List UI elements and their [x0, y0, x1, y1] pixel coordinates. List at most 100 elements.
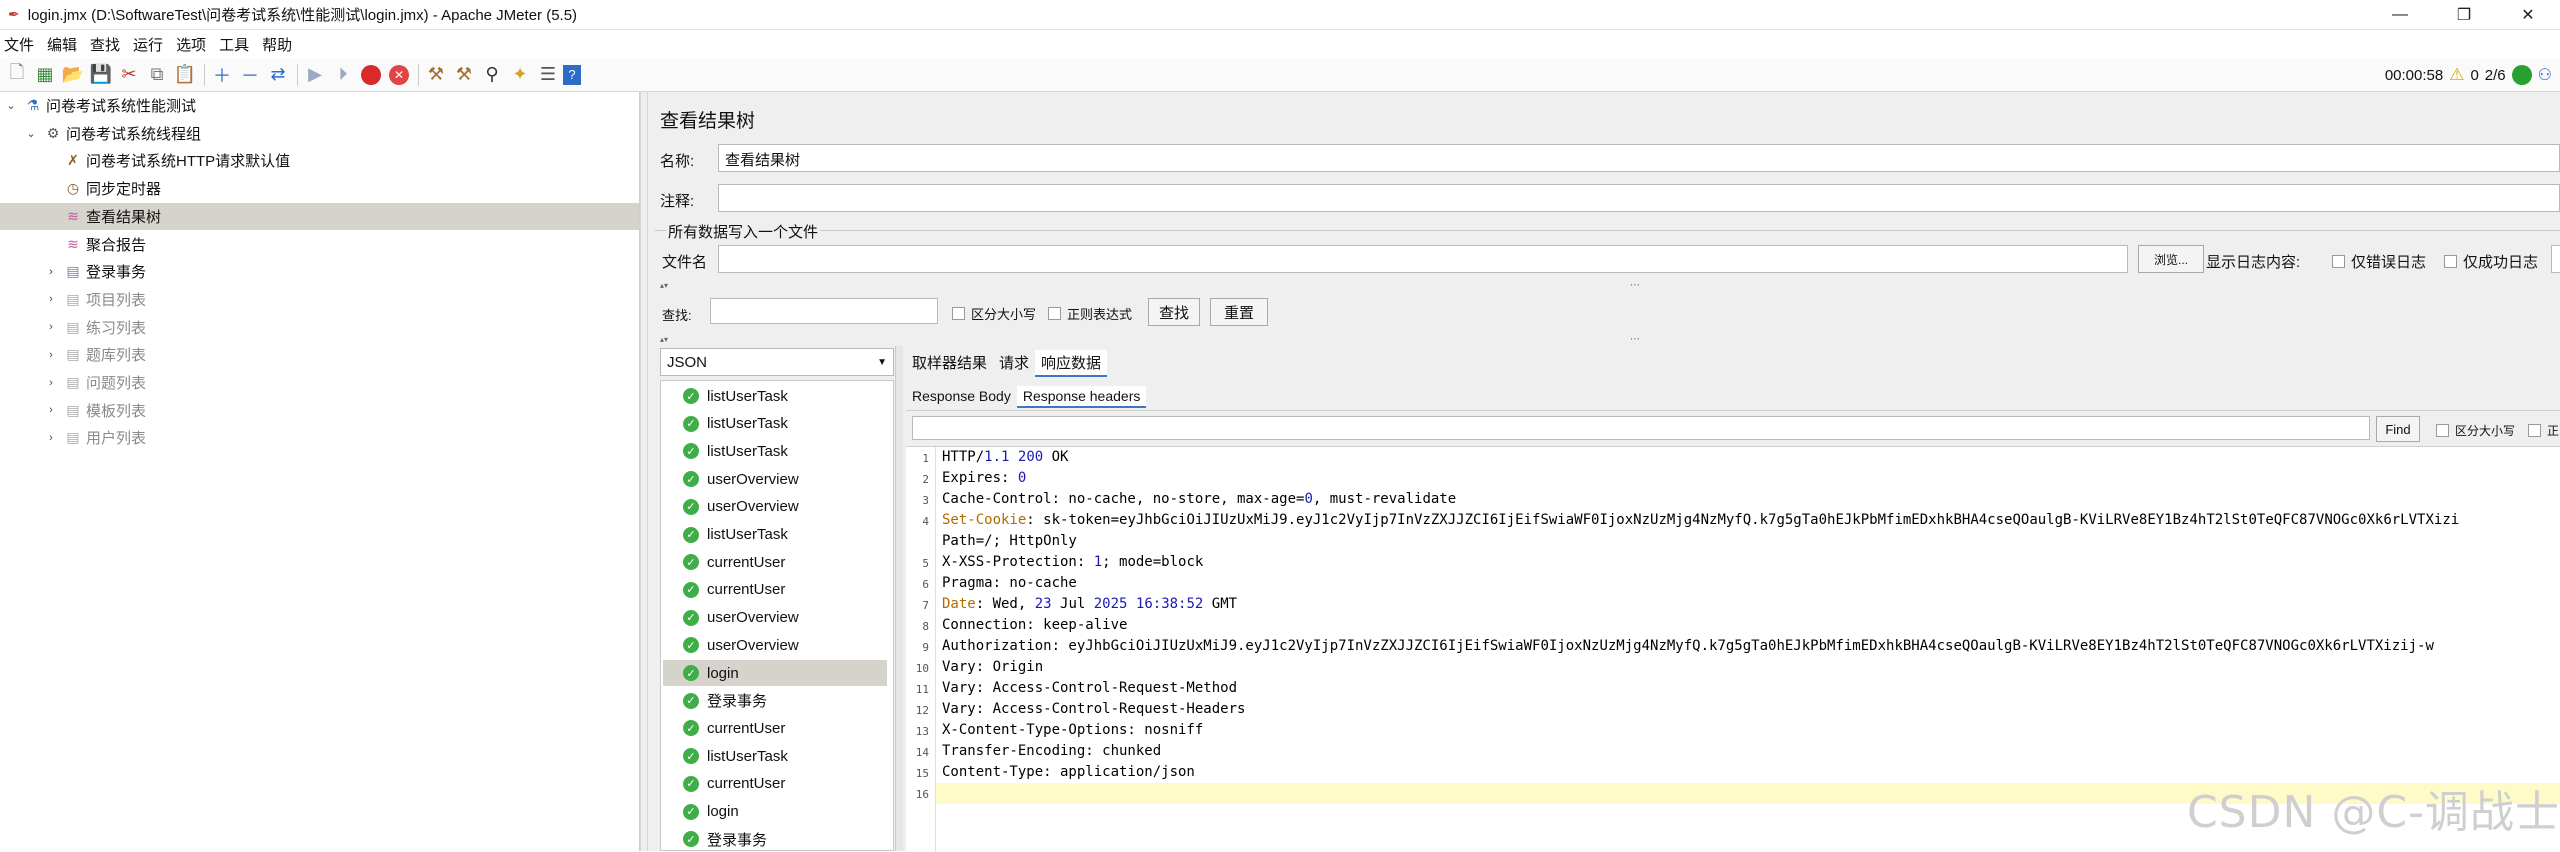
- list-scroll-divider[interactable]: [895, 346, 903, 851]
- sample-result-item[interactable]: ✓ currentUser: [663, 577, 887, 603]
- sample-result-item[interactable]: ✓ listUserTask: [663, 743, 887, 769]
- expand-toggle-icon[interactable]: ›: [44, 321, 58, 333]
- menu-item-3[interactable]: 运行: [131, 34, 172, 55]
- sample-result-item[interactable]: ✓ login: [663, 799, 887, 825]
- sample-result-item[interactable]: ✓ userOverview: [663, 605, 887, 631]
- log-extra-field[interactable]: [2551, 245, 2560, 273]
- tree-node[interactable]: › ▤ 登录事务: [0, 258, 146, 285]
- menu-item-5[interactable]: 工具: [217, 34, 258, 55]
- sample-result-item[interactable]: ✓ currentUser: [663, 771, 887, 797]
- tree-node[interactable]: › ▤ 练习列表: [0, 314, 146, 341]
- divider-grip[interactable]: ⋯: [1630, 334, 1640, 345]
- remote-icon[interactable]: ⚇: [2538, 65, 2552, 85]
- headers-regex-checkbox[interactable]: 正: [2528, 422, 2559, 439]
- errors-only-checkbox[interactable]: 仅错误日志: [2332, 251, 2426, 272]
- success-only-checkbox[interactable]: 仅成功日志: [2444, 251, 2538, 272]
- filename-field[interactable]: [718, 245, 2128, 273]
- templates-icon[interactable]: ▦: [32, 62, 58, 88]
- find-button[interactable]: 查找: [1148, 298, 1200, 326]
- tree-node[interactable]: ⌄ ⚙ 问卷考试系统线程组: [0, 120, 201, 147]
- divider-grip[interactable]: ⋯: [1630, 280, 1640, 291]
- shutdown-icon[interactable]: ✕: [386, 62, 412, 88]
- sample-result-item[interactable]: ✓ login: [663, 660, 887, 686]
- clear-all-icon[interactable]: ⚒: [451, 62, 477, 88]
- search-icon[interactable]: ⚲: [479, 62, 505, 88]
- start-icon[interactable]: ▶: [302, 62, 328, 88]
- new-icon[interactable]: 🗋: [4, 62, 30, 88]
- renderer-select[interactable]: JSON ▼: [660, 348, 894, 376]
- paste-icon[interactable]: 📋: [172, 62, 198, 88]
- warning-icon[interactable]: ⚠: [2449, 65, 2464, 85]
- close-button[interactable]: ✕: [2496, 0, 2560, 30]
- sample-result-item[interactable]: ✓ listUserTask: [663, 411, 887, 437]
- menu-item-4[interactable]: 选项: [174, 34, 215, 55]
- start-no-pause-icon[interactable]: ⏵: [330, 62, 356, 88]
- tree-node[interactable]: › ▤ 题库列表: [0, 341, 146, 368]
- sample-result-item[interactable]: ✓ listUserTask: [663, 383, 887, 409]
- minimize-button[interactable]: —: [2368, 0, 2432, 30]
- sample-result-item[interactable]: ✓ currentUser: [663, 715, 887, 741]
- save-icon[interactable]: 💾: [88, 62, 114, 88]
- browse-button[interactable]: 浏览...: [2138, 245, 2204, 273]
- expand-toggle-icon[interactable]: ›: [44, 349, 58, 361]
- regex-checkbox[interactable]: 正则表达式: [1048, 304, 1132, 323]
- menu-item-0[interactable]: 文件: [2, 34, 43, 55]
- expand-toggle-icon[interactable]: ›: [44, 404, 58, 416]
- tree-node[interactable]: ≋ 聚合报告: [0, 231, 146, 258]
- expand-toggle-icon[interactable]: ›: [44, 432, 58, 444]
- open-icon[interactable]: 📂: [60, 62, 86, 88]
- expand-toggle-icon[interactable]: ›: [44, 377, 58, 389]
- case-sensitive-checkbox[interactable]: 区分大小写: [952, 304, 1036, 323]
- tab-result-0[interactable]: 取样器结果: [906, 350, 993, 377]
- tree-node[interactable]: ≋ 查看结果树: [0, 202, 639, 230]
- cut-icon[interactable]: ✂: [116, 62, 142, 88]
- tree-node[interactable]: › ▤ 模板列表: [0, 397, 146, 424]
- tree-node[interactable]: ⌄ ⚗ 问卷考试系统性能测试: [0, 92, 196, 119]
- sample-result-item[interactable]: ✓ userOverview: [663, 494, 887, 520]
- menu-item-1[interactable]: 编辑: [45, 34, 86, 55]
- toggle-icon[interactable]: ⇄: [265, 62, 291, 88]
- tree-node[interactable]: ◷ 同步定时器: [0, 175, 161, 202]
- tab-result-2[interactable]: 响应数据: [1035, 350, 1108, 377]
- help-icon[interactable]: ?: [563, 64, 581, 85]
- name-field[interactable]: 查看结果树: [718, 144, 2560, 172]
- maximize-button[interactable]: ❐: [2432, 0, 2496, 30]
- expand-toggle-icon[interactable]: ›: [44, 293, 58, 305]
- copy-icon[interactable]: ⧉: [144, 62, 170, 88]
- tree-node[interactable]: › ▤ 问题列表: [0, 369, 146, 396]
- tab-response-0[interactable]: Response Body: [906, 386, 1017, 408]
- headers-case-checkbox[interactable]: 区分大小写: [2436, 422, 2515, 439]
- expand-toggle-icon[interactable]: ›: [44, 266, 58, 278]
- menu-item-6[interactable]: 帮助: [260, 34, 301, 55]
- reset-button[interactable]: 重置: [1210, 298, 1268, 326]
- tab-result-1[interactable]: 请求: [993, 350, 1035, 377]
- sample-result-item[interactable]: ✓ userOverview: [663, 466, 887, 492]
- sample-result-item[interactable]: ✓ userOverview: [663, 632, 887, 658]
- headers-find-button[interactable]: Find: [2376, 416, 2420, 442]
- search-input[interactable]: [710, 298, 938, 324]
- comment-field[interactable]: [718, 184, 2560, 212]
- sample-result-item[interactable]: ✓ listUserTask: [663, 438, 887, 464]
- collapse-handle[interactable]: ▴▾: [660, 334, 668, 344]
- menu-item-2[interactable]: 查找: [88, 34, 129, 55]
- tree-node[interactable]: ✗ 问卷考试系统HTTP请求默认值: [0, 147, 290, 174]
- sample-result-item[interactable]: ✓ listUserTask: [663, 522, 887, 548]
- tree-node[interactable]: › ▤ 项目列表: [0, 286, 146, 313]
- expand-icon[interactable]: ＋: [209, 62, 235, 88]
- sample-result-item[interactable]: ✓ 登录事务: [663, 826, 887, 852]
- reset-search-icon[interactable]: ✦: [507, 62, 533, 88]
- expand-toggle-icon[interactable]: ⌄: [24, 127, 38, 140]
- clear-icon[interactable]: ⚒: [423, 62, 449, 88]
- tree-node[interactable]: › ▤ 用户列表: [0, 424, 146, 451]
- sample-result-item[interactable]: ✓ currentUser: [663, 549, 887, 575]
- split-pane-divider[interactable]: [640, 92, 648, 851]
- collapse-handle[interactable]: ▴▾: [660, 280, 668, 290]
- headers-search-input[interactable]: [912, 416, 2370, 440]
- sample-result-item[interactable]: ✓ 登录事务: [663, 688, 887, 714]
- function-helper-icon[interactable]: ☰: [535, 62, 561, 88]
- tab-response-1[interactable]: Response headers: [1016, 386, 1147, 408]
- stop-icon[interactable]: [358, 62, 384, 88]
- expand-toggle-icon[interactable]: ⌄: [4, 99, 18, 112]
- tree-node-label: 登录事务: [86, 264, 147, 282]
- collapse-icon[interactable]: －: [237, 62, 263, 88]
